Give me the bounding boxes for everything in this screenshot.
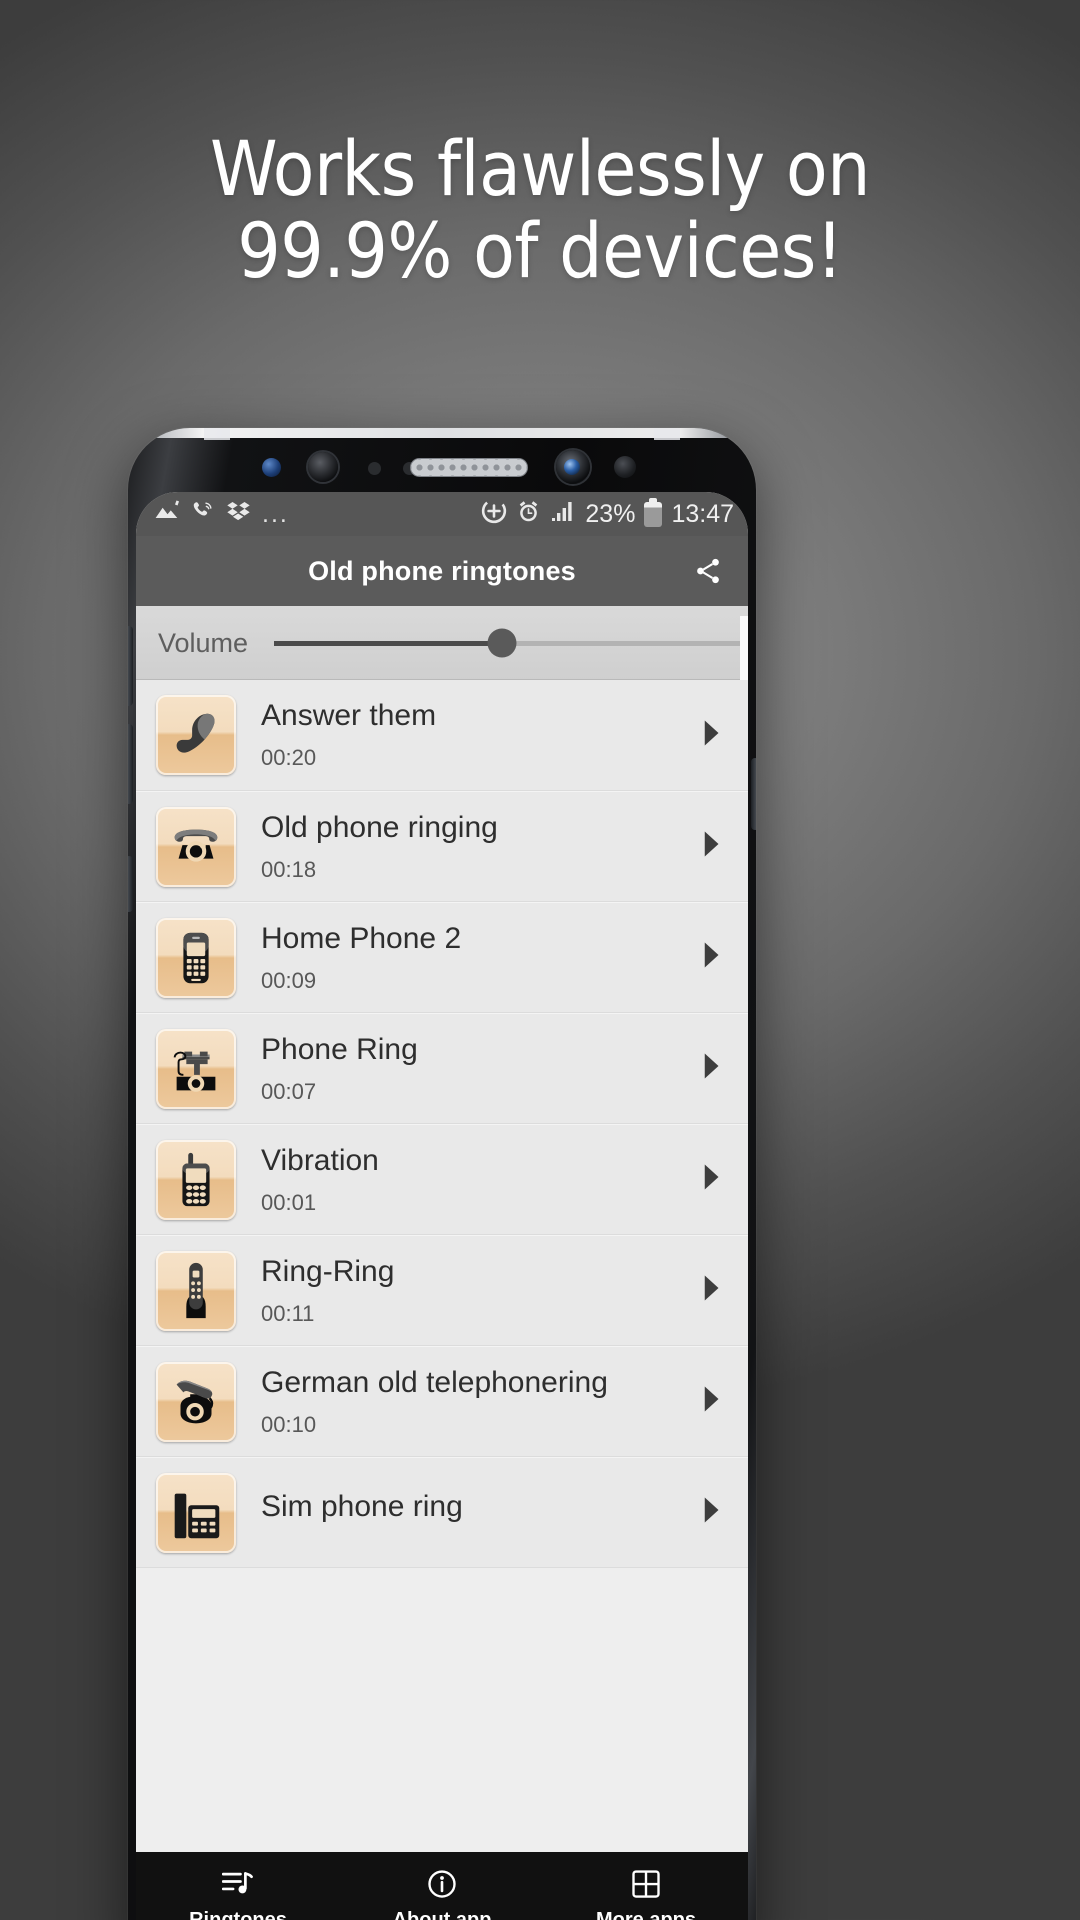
ringtone-duration: 00:18 bbox=[261, 856, 317, 882]
ringtone-title: Old phone ringing bbox=[261, 810, 498, 844]
info-icon bbox=[427, 1868, 457, 1900]
row-text: Old phone ringing 00:18 bbox=[261, 811, 700, 883]
nav-label: Ringtones bbox=[189, 1909, 287, 1920]
ringtone-title: Home Phone 2 bbox=[261, 921, 462, 955]
add-circle-icon bbox=[481, 498, 507, 530]
chevron-right-icon[interactable] bbox=[700, 1162, 722, 1197]
battery-icon bbox=[644, 497, 663, 527]
row-text: Ring-Ring 00:11 bbox=[261, 1255, 700, 1327]
chevron-right-icon[interactable] bbox=[700, 1273, 722, 1308]
more-notifications-icon: ... bbox=[262, 500, 289, 528]
status-bar-system: 23% 13:47 bbox=[481, 497, 734, 530]
ringtone-list: Answer them 00:20 Old phone ringing 00:1… bbox=[136, 680, 748, 1568]
phone-screen: ... 23% 13:47 Old phone ringtones Volume… bbox=[136, 492, 748, 1920]
power-button[interactable] bbox=[751, 758, 756, 830]
volume-label: Volume bbox=[158, 627, 249, 658]
nav-label: About app bbox=[392, 1909, 492, 1920]
dropbox-icon bbox=[226, 499, 251, 529]
table-row[interactable]: Ring-Ring 00:11 bbox=[136, 1235, 748, 1346]
grid-apps-icon bbox=[631, 1868, 661, 1900]
nav-item-ringtones[interactable]: Ringtones bbox=[136, 1868, 340, 1920]
volume-control[interactable]: Volume bbox=[136, 606, 748, 836]
ringtone-title: Ring-Ring bbox=[261, 1254, 395, 1288]
bottom-navigation: Ringtones About app More apps bbox=[136, 1852, 748, 1920]
status-bar: ... 23% 13:47 bbox=[136, 492, 748, 536]
mobile-phone-icon bbox=[156, 917, 236, 998]
dect-handset-icon bbox=[156, 1250, 236, 1331]
table-row[interactable]: Home Phone 2 00:09 bbox=[136, 902, 748, 1013]
ringtone-title: Sim phone ring bbox=[261, 1489, 463, 1523]
nav-label: More apps bbox=[595, 1909, 697, 1920]
table-row[interactable]: Sim phone ring bbox=[136, 1457, 748, 1568]
rotary-phone-icon bbox=[156, 806, 236, 887]
row-text: German old telephonering 00:10 bbox=[261, 1366, 700, 1438]
cordless-phone-icon bbox=[156, 1139, 236, 1220]
chevron-right-icon[interactable] bbox=[700, 1384, 722, 1419]
app-bar: Old phone ringtones bbox=[136, 536, 748, 606]
secondary-sensor-icon bbox=[614, 456, 636, 478]
iris-scanner-icon bbox=[308, 452, 338, 482]
signal-icon bbox=[550, 499, 576, 529]
gallery-icon bbox=[154, 499, 180, 529]
ringtone-duration: 00:10 bbox=[261, 1411, 317, 1437]
antique-phone-icon bbox=[156, 1028, 236, 1109]
chevron-right-icon[interactable] bbox=[700, 718, 722, 753]
share-icon[interactable] bbox=[690, 553, 726, 589]
table-row[interactable]: Vibration 00:01 bbox=[136, 1124, 748, 1235]
viber-call-icon bbox=[191, 499, 215, 529]
chevron-right-icon[interactable] bbox=[700, 1495, 722, 1530]
alarm-icon bbox=[516, 499, 541, 530]
ringtone-title: Answer them bbox=[261, 699, 437, 732]
status-bar-notifications: ... bbox=[154, 499, 289, 529]
volume-up-button[interactable] bbox=[128, 626, 133, 706]
headline-line-2: 99.9% of devices! bbox=[237, 206, 843, 295]
earpiece-speaker bbox=[410, 458, 528, 477]
ringtone-title: German old telephonering bbox=[261, 1365, 608, 1399]
chevron-right-icon[interactable] bbox=[700, 1051, 722, 1086]
nav-item-about-app[interactable]: About app bbox=[340, 1868, 544, 1920]
row-text: Vibration 00:01 bbox=[261, 1144, 700, 1216]
phone-device-frame: ... 23% 13:47 Old phone ringtones Volume… bbox=[128, 428, 756, 1920]
row-text: Answer them 00:20 bbox=[261, 699, 700, 771]
assistant-button[interactable] bbox=[128, 856, 133, 912]
table-row[interactable]: Phone Ring 00:07 bbox=[136, 1013, 748, 1124]
row-text: Sim phone ring bbox=[261, 1490, 700, 1536]
ringtone-duration: 00:20 bbox=[261, 745, 317, 770]
proximity-sensor-icon bbox=[368, 462, 381, 475]
ringtone-title: Vibration bbox=[261, 1143, 379, 1177]
playlist-music-icon bbox=[222, 1868, 254, 1900]
ringtone-title: Phone Ring bbox=[261, 1032, 418, 1066]
row-text: Phone Ring 00:07 bbox=[261, 1033, 700, 1105]
nav-item-more-apps[interactable]: More apps bbox=[544, 1868, 748, 1920]
chevron-right-icon[interactable] bbox=[700, 940, 722, 975]
volume-down-button[interactable] bbox=[128, 724, 133, 804]
ringtone-duration: 00:01 bbox=[261, 1189, 317, 1215]
ringtone-duration: 00:09 bbox=[261, 967, 317, 993]
device-top-bezel bbox=[128, 438, 756, 498]
front-camera-lens bbox=[564, 459, 580, 475]
page-title: Old phone ringtones bbox=[308, 555, 576, 586]
table-row[interactable]: Old phone ringing 00:18 bbox=[136, 791, 748, 902]
chevron-right-icon[interactable] bbox=[700, 829, 722, 864]
volume-slider-fill bbox=[274, 640, 502, 646]
ringtone-duration: 00:07 bbox=[261, 1078, 317, 1104]
volume-slider-track[interactable] bbox=[274, 628, 748, 658]
promo-headline: Works flawlessly on 99.9% of devices! bbox=[0, 128, 1080, 292]
table-row[interactable]: Answer them 00:20 bbox=[136, 680, 748, 791]
fax-phone-icon bbox=[156, 1472, 236, 1553]
headline-line-1: Works flawlessly on bbox=[209, 124, 871, 213]
desk-phone-icon bbox=[156, 1361, 236, 1442]
volume-slider-thumb[interactable] bbox=[487, 628, 517, 658]
clock-label: 13:47 bbox=[671, 499, 734, 528]
handset-icon bbox=[156, 695, 236, 775]
ringtone-duration: 00:11 bbox=[261, 1300, 315, 1326]
row-text: Home Phone 2 00:09 bbox=[261, 922, 700, 994]
battery-percent-label: 23% bbox=[585, 499, 636, 528]
notification-led-icon bbox=[262, 458, 281, 477]
table-row[interactable]: German old telephonering 00:10 bbox=[136, 1346, 748, 1457]
